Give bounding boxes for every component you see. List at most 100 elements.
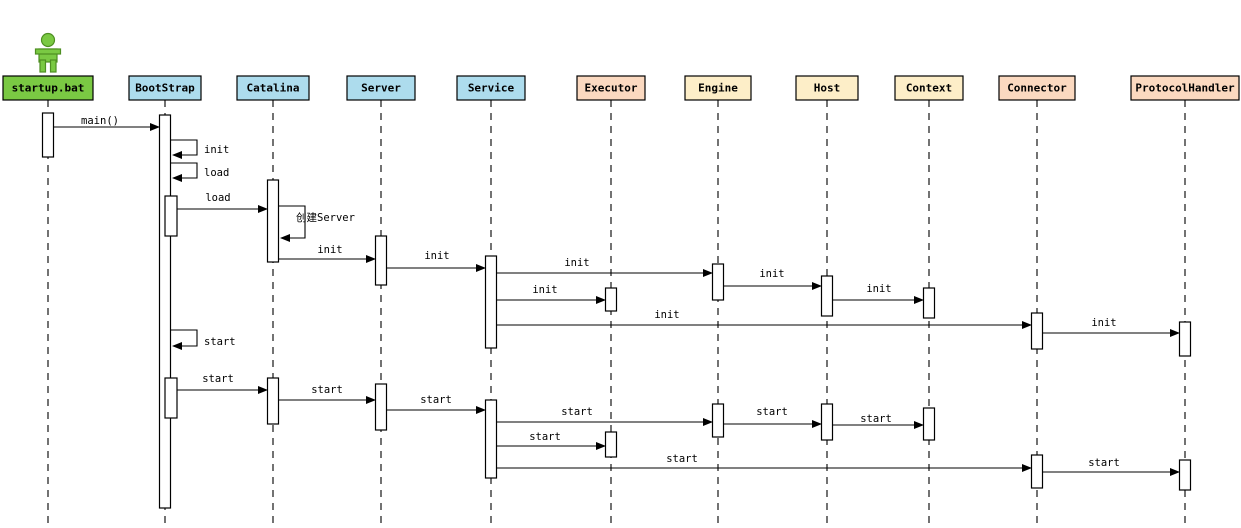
activation-bar-bootstrap	[164, 195, 178, 237]
message-label: init	[204, 144, 229, 156]
activation-bar-protocolhandler	[1178, 321, 1192, 357]
message-m9-init[interactable]: init	[497, 284, 606, 304]
participant-engine[interactable]: Engine	[684, 75, 752, 101]
message-label: init	[759, 268, 784, 280]
message-m16-start[interactable]: start	[279, 384, 376, 404]
activation-bar-protocolhandler	[1178, 459, 1192, 491]
message-m7-init[interactable]: init	[387, 250, 486, 272]
message-m20-start[interactable]: start	[833, 413, 924, 429]
message-m22-start[interactable]: start	[497, 453, 1032, 472]
participant-label-engine: Engine	[698, 82, 738, 95]
participant-label-host: Host	[814, 82, 841, 95]
activation-bar-bootstrap	[158, 114, 172, 509]
message-m6-init[interactable]: init	[279, 244, 376, 263]
participant-protocolhandler[interactable]: ProtocolHandler	[1130, 75, 1240, 101]
message-m3-load[interactable]: load	[171, 162, 229, 182]
message-arrow-self	[171, 139, 198, 159]
message-m19-start[interactable]: start	[724, 406, 822, 428]
participant-server[interactable]: Server	[346, 75, 416, 101]
participant-host[interactable]: Host	[795, 75, 859, 101]
message-label: start	[860, 413, 892, 425]
message-label: start	[204, 336, 236, 348]
activation-bar-connector	[1030, 312, 1044, 350]
activation-bar-host	[820, 403, 834, 441]
activation-bar-host	[820, 275, 834, 317]
participant-executor[interactable]: Executor	[576, 75, 646, 101]
sequence-diagram-canvas: main() init load load 创建Server init init init in…	[0, 0, 1241, 528]
message-m4-load[interactable]: load	[177, 192, 268, 213]
activation-bar-bootstrap	[164, 377, 178, 419]
activation-bar-connector	[1030, 454, 1044, 489]
participant-label-service: Service	[468, 82, 515, 95]
actor-icon-leg-left	[39, 59, 47, 73]
participant-label-executor: Executor	[585, 82, 638, 95]
message-label: start	[1088, 457, 1120, 469]
participant-service[interactable]: Service	[456, 75, 526, 101]
message-m8-init[interactable]: init	[497, 257, 713, 277]
participant-label-startup: startup.bat	[12, 82, 85, 95]
participant-label-context: Context	[906, 82, 952, 95]
activation-bar-service	[484, 255, 498, 349]
lifelines-layer	[47, 100, 1186, 528]
activation-bar-engine	[711, 403, 725, 438]
actor-icon-arms	[34, 48, 62, 55]
actor-icon-leg-right	[49, 59, 57, 73]
message-arrow-self	[171, 162, 198, 182]
participant-heads-layer: startup.bat BootStrap Catalina Server Servic…	[2, 32, 1240, 101]
participant-label-connector: Connector	[1007, 82, 1067, 95]
message-label: load	[204, 167, 229, 179]
message-m1-main-[interactable]: main()	[54, 115, 160, 131]
participant-startup[interactable]: startup.bat	[2, 32, 94, 101]
message-m18-start[interactable]: start	[497, 406, 713, 426]
message-m12-init[interactable]: init	[497, 309, 1032, 329]
participant-label-bootstrap: BootStrap	[135, 82, 195, 95]
message-label: start	[311, 384, 343, 396]
participant-connector[interactable]: Connector	[998, 75, 1076, 101]
message-label: init	[564, 257, 589, 269]
participant-label-catalina: Catalina	[247, 82, 300, 95]
message-m17-start[interactable]: start	[387, 394, 486, 414]
message-label: load	[205, 192, 230, 204]
message-m15-start[interactable]: start	[177, 373, 268, 394]
participant-label-protocolhandler: ProtocolHandler	[1135, 82, 1235, 95]
message-m10-init[interactable]: init	[724, 268, 822, 290]
message-label: start	[561, 406, 593, 418]
message-label: init	[317, 244, 342, 256]
activation-bar-executor	[604, 431, 618, 458]
message-label: 创建Server	[296, 211, 355, 224]
activation-bar-catalina	[266, 179, 280, 263]
message-label: init	[532, 284, 557, 296]
message-m2-init[interactable]: init	[171, 139, 229, 159]
activation-bar-startup	[41, 112, 55, 158]
message-label: main()	[81, 115, 119, 127]
message-label: start	[756, 406, 788, 418]
message-label: init	[654, 309, 679, 321]
actor-icon-head	[40, 32, 56, 48]
message-m21-start[interactable]: start	[497, 431, 606, 450]
message-label: start	[420, 394, 452, 406]
activation-bar-engine	[711, 263, 725, 301]
sequence-diagram-svg: main() init load load 创建Server init init init in…	[2, 32, 1240, 528]
message-label: start	[202, 373, 234, 385]
activation-bar-context	[922, 407, 936, 441]
message-label: init	[866, 283, 891, 295]
activation-bar-catalina	[266, 377, 280, 425]
activation-bar-server	[374, 383, 388, 431]
participant-bootstrap[interactable]: BootStrap	[128, 75, 202, 101]
message-m23-start[interactable]: start	[1043, 457, 1180, 476]
activation-bar-server	[374, 235, 388, 286]
message-label: start	[529, 431, 561, 443]
message-arrow-self	[171, 329, 198, 350]
activation-bar-context	[922, 287, 936, 319]
participant-context[interactable]: Context	[894, 75, 964, 101]
message-m5-创建server[interactable]: 创建Server	[279, 205, 355, 242]
message-label: start	[666, 453, 698, 465]
message-m11-init[interactable]: init	[833, 283, 924, 304]
activation-bar-executor	[604, 287, 618, 312]
activation-bar-service	[484, 399, 498, 479]
message-m13-init[interactable]: init	[1043, 317, 1180, 337]
message-m14-start[interactable]: start	[171, 329, 236, 350]
message-label: init	[424, 250, 449, 262]
participant-catalina[interactable]: Catalina	[236, 75, 310, 101]
participant-label-server: Server	[361, 82, 401, 95]
